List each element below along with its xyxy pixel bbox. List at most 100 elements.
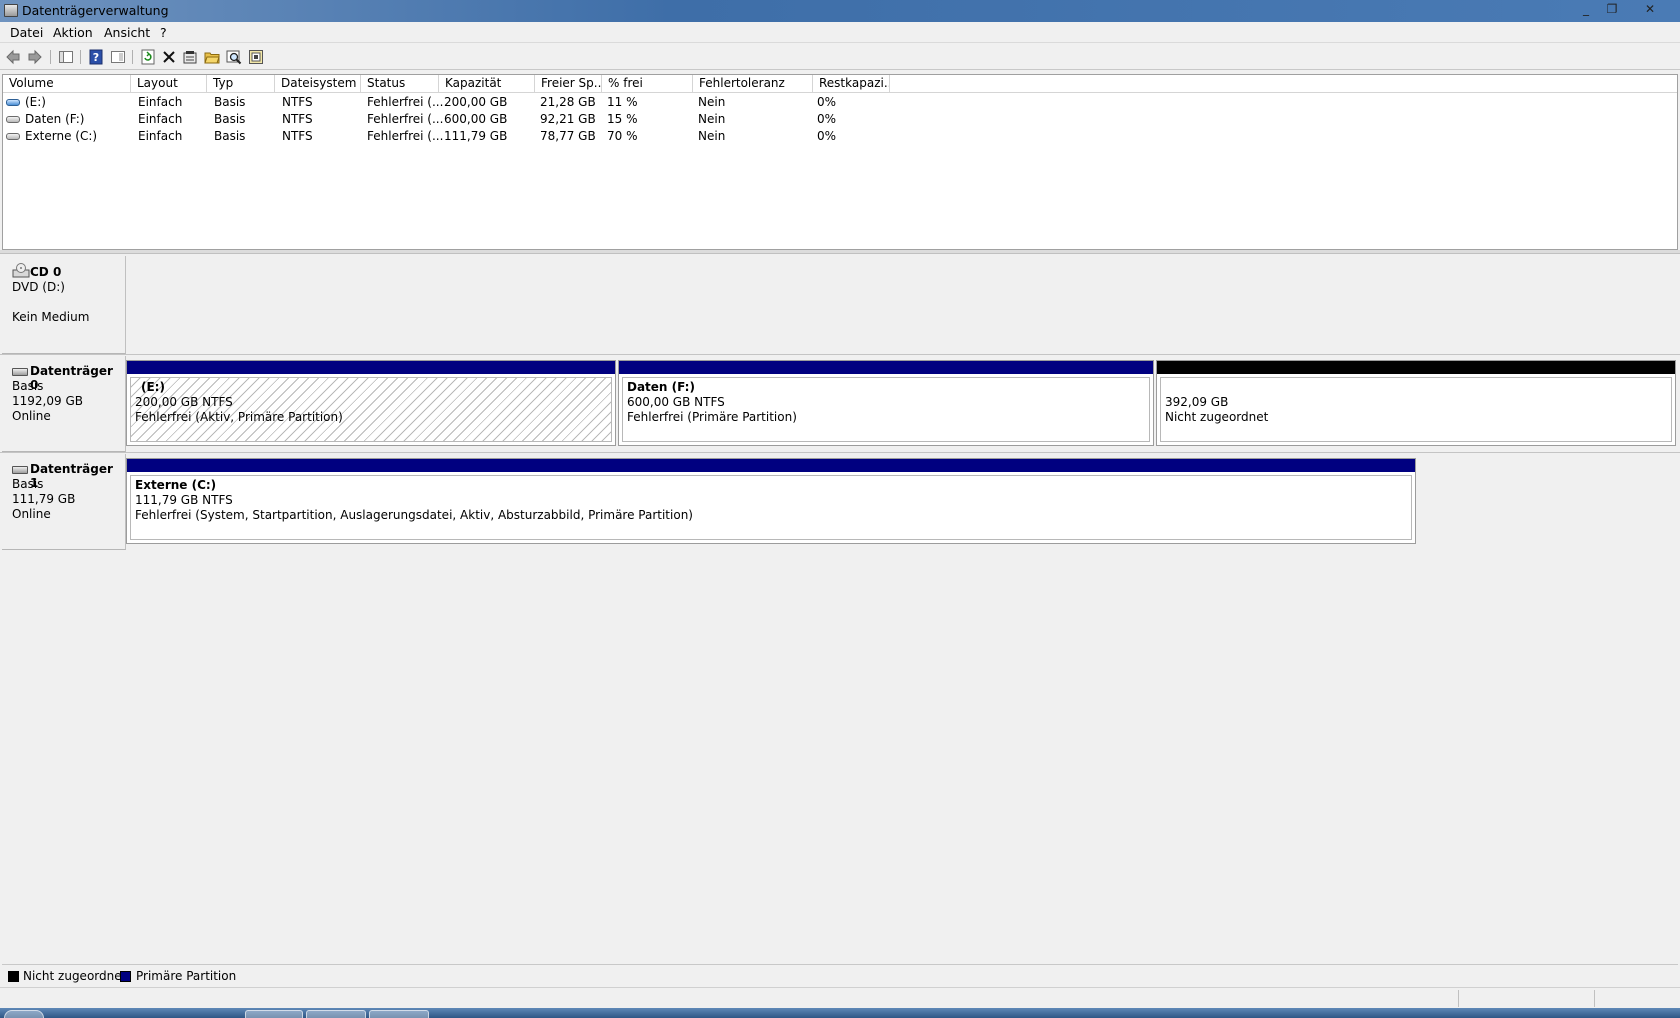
disk-management-app-icon — [4, 4, 18, 17]
menu-aktion[interactable]: Aktion — [53, 25, 93, 40]
menu-ansicht[interactable]: Ansicht — [104, 25, 150, 40]
disk-name: CD 0 — [30, 265, 62, 279]
properties-icon[interactable] — [182, 49, 198, 65]
column-header-prozent-frei[interactable]: % frei — [602, 75, 693, 93]
title-bar[interactable]: Datenträgerverwaltung _ ❐ ✕ — [0, 0, 1680, 22]
disk-size: 1192,09 GB — [12, 394, 83, 408]
partition-f[interactable]: Daten (F:) 600,00 GB NTFS Fehlerfrei (Pr… — [618, 360, 1154, 446]
help-icon[interactable]: ? — [88, 49, 104, 65]
cell-layout: Einfach — [138, 129, 183, 143]
volume-icon — [6, 116, 20, 123]
status-pane — [1594, 990, 1595, 1007]
restore-button[interactable]: ❐ — [1600, 0, 1624, 18]
start-button[interactable] — [4, 1010, 44, 1018]
toolbar-separator — [132, 50, 133, 64]
disk-label-disk1[interactable]: Datenträger 1 Basis 111,79 GB Online — [2, 454, 126, 550]
volume-list[interactable]: Volume Layout Typ Dateisystem Status Kap… — [2, 74, 1678, 250]
column-header-status[interactable]: Status — [361, 75, 439, 93]
cell-layout: Einfach — [138, 95, 183, 109]
column-header-typ[interactable]: Typ — [207, 75, 275, 93]
menu-datei[interactable]: Datei — [10, 25, 43, 40]
hard-disk-icon — [12, 466, 28, 474]
cell-volume: (E:) — [25, 95, 46, 109]
cell-dateisystem: NTFS — [282, 95, 313, 109]
column-header-freier-speicher[interactable]: Freier Sp... — [535, 75, 602, 93]
refresh-icon[interactable] — [140, 49, 156, 65]
svg-text:?: ? — [93, 51, 99, 64]
cell-restkapazitaet: 0% — [817, 129, 837, 143]
disk-type: DVD (D:) — [12, 280, 65, 294]
legend-label-primary: Primäre Partition — [136, 969, 237, 983]
partition-title: Daten (F:) — [627, 380, 695, 394]
volume-icon — [6, 133, 20, 140]
console-tree-icon[interactable] — [58, 49, 74, 65]
cell-fehlertoleranz: Nein — [698, 95, 726, 109]
cell-restkapazitaet: 0% — [817, 112, 837, 126]
cell-typ: Basis — [214, 95, 246, 109]
table-row[interactable]: Externe (C:) Einfach Basis NTFS Fehlerfr… — [3, 128, 1677, 145]
cell-typ: Basis — [214, 129, 246, 143]
partition-body: Daten (F:) 600,00 GB NTFS Fehlerfrei (Pr… — [622, 377, 1150, 442]
close-button[interactable]: ✕ — [1638, 0, 1662, 18]
partition-size: 600,00 GB NTFS — [627, 395, 725, 409]
cell-prozent-frei: 11 % — [607, 95, 638, 109]
cell-fehlertoleranz: Nein — [698, 129, 726, 143]
cd-drive-icon — [12, 263, 30, 278]
disk-row-divider — [0, 452, 1680, 453]
settings-icon[interactable] — [248, 49, 264, 65]
disk-type: Basis — [12, 477, 44, 491]
disk-label-disk0[interactable]: Datenträger 0 Basis 1192,09 GB Online — [2, 356, 126, 452]
partition-status: Fehlerfrei (Aktiv, Primäre Partition) — [135, 410, 343, 424]
partition-status: Nicht zugeordnet — [1165, 410, 1269, 424]
disk-name: Datenträger 1 — [30, 462, 113, 490]
column-header-volume[interactable]: Volume — [3, 75, 131, 93]
column-header-fehlertoleranz[interactable]: Fehlertoleranz — [693, 75, 813, 93]
show-pane-icon[interactable] — [110, 49, 126, 65]
taskbar-button[interactable] — [306, 1010, 366, 1018]
open-folder-icon[interactable] — [204, 49, 220, 65]
toolbar: ? — [0, 44, 1680, 70]
window-title: Datenträgerverwaltung — [22, 3, 169, 18]
cell-fehlertoleranz: Nein — [698, 112, 726, 126]
legend-label-unallocated: Nicht zugeordnet — [23, 969, 127, 983]
partition-color-bar — [619, 361, 1153, 374]
partition-size: 111,79 GB NTFS — [135, 493, 233, 507]
volume-icon — [6, 99, 20, 106]
column-header-dateisystem[interactable]: Dateisystem — [275, 75, 361, 93]
partition-color-bar — [127, 459, 1415, 472]
partition-e[interactable]: (E:) 200,00 GB NTFS Fehlerfrei (Aktiv, P… — [126, 360, 616, 446]
column-header-kapazitaet[interactable]: Kapazität — [439, 75, 535, 93]
minimize-button[interactable]: _ — [1574, 0, 1598, 18]
disk-status: Online — [12, 507, 51, 521]
taskbar-button[interactable] — [245, 1010, 303, 1018]
disk-management-window: Datenträgerverwaltung _ ❐ ✕ Datei Aktion… — [0, 0, 1680, 1018]
column-header-layout[interactable]: Layout — [131, 75, 207, 93]
forward-icon[interactable] — [27, 49, 43, 65]
delete-icon[interactable] — [161, 49, 177, 65]
partition-unallocated[interactable]: 392,09 GB Nicht zugeordnet — [1156, 360, 1676, 446]
menu-help[interactable]: ? — [160, 25, 167, 40]
cell-status: Fehlerfrei (... — [367, 95, 444, 109]
cell-prozent-frei: 15 % — [607, 112, 638, 126]
taskbar-button[interactable] — [369, 1010, 429, 1018]
explore-icon[interactable] — [226, 49, 242, 65]
taskbar — [0, 1008, 1680, 1018]
toolbar-separator — [50, 50, 51, 64]
table-row[interactable]: Daten (F:) Einfach Basis NTFS Fehlerfrei… — [3, 111, 1677, 128]
partition-c[interactable]: Externe (C:) 111,79 GB NTFS Fehlerfrei (… — [126, 458, 1416, 544]
cell-status: Fehlerfrei (... — [367, 129, 444, 143]
cell-dateisystem: NTFS — [282, 112, 313, 126]
table-row[interactable]: (E:) Einfach Basis NTFS Fehlerfrei (... … — [3, 94, 1677, 111]
partition-body: Externe (C:) 111,79 GB NTFS Fehlerfrei (… — [130, 475, 1412, 540]
disk-status: Online — [12, 409, 51, 423]
cell-freier-speicher: 92,21 GB — [540, 112, 596, 126]
disk-type: Basis — [12, 379, 44, 393]
cell-dateisystem: NTFS — [282, 129, 313, 143]
pane-splitter[interactable] — [0, 250, 1680, 254]
volume-list-header: Volume Layout Typ Dateisystem Status Kap… — [3, 75, 1677, 93]
cell-freier-speicher: 78,77 GB — [540, 129, 596, 143]
disk-label-cd0[interactable]: CD 0 DVD (D:) Kein Medium — [2, 256, 126, 354]
column-header-restkapazitaet[interactable]: Restkapazi... — [813, 75, 890, 93]
partition-title: Externe (C:) — [135, 478, 217, 492]
back-icon[interactable] — [5, 49, 21, 65]
